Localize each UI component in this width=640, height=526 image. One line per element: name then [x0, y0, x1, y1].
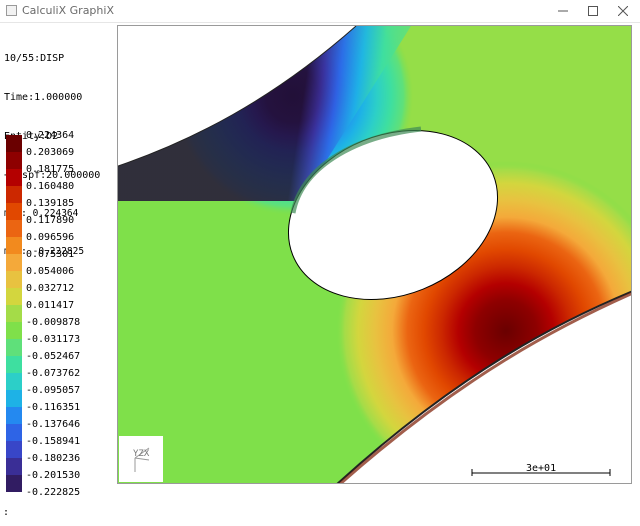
legend-swatch	[6, 169, 22, 186]
title-bar: CalculiX GraphiX	[0, 0, 640, 23]
app-icon	[6, 5, 17, 16]
legend-swatch	[6, 271, 22, 288]
close-button[interactable]	[608, 0, 638, 22]
maximize-icon	[588, 6, 598, 16]
legend-label: -0.009878	[26, 317, 81, 328]
legend-label: -0.095057	[26, 385, 81, 396]
command-prompt: :	[3, 507, 10, 518]
legend-swatch	[6, 356, 22, 373]
legend-swatch	[6, 322, 22, 339]
legend-label: 0.096596	[26, 232, 75, 243]
triad-label: YZX	[133, 449, 150, 459]
legend-label: -0.201530	[26, 470, 81, 481]
legend-label: -0.116351	[26, 402, 81, 413]
legend-swatch	[6, 305, 22, 322]
axes-triad: YZX	[119, 436, 163, 482]
color-legend: 0.224364 0.203069 0.181775 0.160480 0.13…	[0, 128, 118, 498]
legend-swatch	[6, 339, 22, 356]
legend-label: 0.224364	[26, 130, 75, 141]
close-icon	[618, 6, 628, 16]
command-line[interactable]	[0, 504, 640, 526]
legend-swatch	[6, 254, 22, 271]
dataset-label: 10/55:DISP	[4, 53, 65, 64]
legend-label: 0.054006	[26, 266, 75, 277]
legend-label: 0.032712	[26, 283, 75, 294]
legend-swatch	[6, 237, 22, 254]
contour-plot[interactable]	[118, 26, 632, 484]
window-title: CalculiX GraphiX	[22, 4, 114, 17]
legend-label: 0.203069	[26, 147, 75, 158]
model-viewport[interactable]	[117, 25, 632, 484]
legend-label: 0.139185	[26, 198, 75, 209]
minimize-icon	[558, 10, 568, 12]
time-label: Time:1.000000	[4, 92, 83, 103]
legend-swatch	[6, 220, 22, 237]
legend-label: -0.158941	[26, 436, 81, 447]
legend-label: -0.180236	[26, 453, 81, 464]
legend-label: 0.117890	[26, 215, 75, 226]
legend-label: -0.073762	[26, 368, 81, 379]
legend-label: 0.011417	[26, 300, 75, 311]
legend-label: 0.075301	[26, 249, 75, 260]
legend-swatch	[6, 373, 22, 390]
legend-label: -0.052467	[26, 351, 81, 362]
legend-swatch	[6, 441, 22, 458]
legend-swatch	[6, 424, 22, 441]
legend-swatch	[6, 186, 22, 203]
legend-swatch	[6, 458, 22, 475]
legend-swatch	[6, 407, 22, 424]
maximize-button[interactable]	[578, 0, 608, 22]
legend-label: -0.137646	[26, 419, 81, 430]
legend-swatch	[6, 152, 22, 169]
scale-label: 3e+01	[526, 463, 557, 474]
minimize-button[interactable]	[548, 0, 578, 22]
legend-swatch	[6, 135, 22, 152]
legend-swatch	[6, 203, 22, 220]
legend-swatch	[6, 475, 22, 492]
legend-label: 0.160480	[26, 181, 75, 192]
legend-swatch	[6, 288, 22, 305]
legend-label: -0.031173	[26, 334, 81, 345]
legend-swatch	[6, 390, 22, 407]
legend-label: -0.222825	[26, 487, 81, 498]
legend-label: 0.181775	[26, 164, 75, 175]
